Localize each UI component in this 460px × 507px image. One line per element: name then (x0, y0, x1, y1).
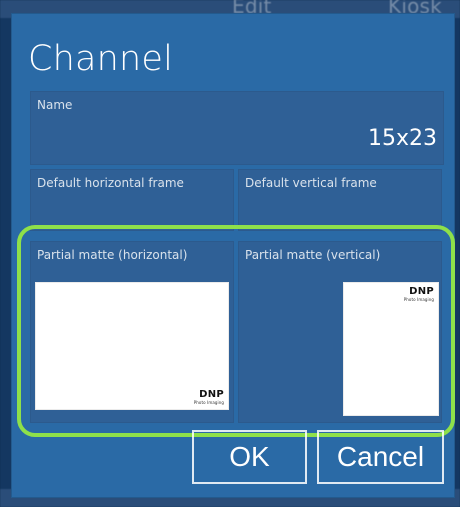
partial-matte-horizontal-preview[interactable]: DNP Photo Imaging (35, 282, 229, 410)
default-vertical-frame-field[interactable]: Default vertical frame (238, 169, 442, 231)
name-field[interactable]: Name 15x23 (30, 91, 444, 165)
ok-button[interactable]: OK (192, 430, 307, 484)
dnp-logo: DNP Photo Imaging (404, 287, 434, 302)
partial-matte-vertical-label: Partial matte (vertical) (245, 248, 381, 262)
cancel-button[interactable]: Cancel (317, 430, 444, 484)
partial-matte-horizontal-field[interactable]: Partial matte (horizontal) DNP Photo Ima… (30, 241, 234, 423)
channel-dialog: Channel Name 15x23 Default horizontal fr… (11, 13, 455, 498)
dnp-logo-text: DNP (199, 389, 224, 400)
name-value: 15x23 (367, 126, 437, 151)
partial-matte-vertical-field[interactable]: Partial matte (vertical) DNP Photo Imagi… (238, 241, 442, 423)
dnp-logo-text: DNP (409, 286, 434, 297)
name-label: Name (37, 98, 73, 112)
partial-matte-vertical-preview[interactable]: DNP Photo Imaging (343, 282, 439, 416)
partial-matte-horizontal-label: Partial matte (horizontal) (37, 248, 188, 262)
default-horizontal-frame-field[interactable]: Default horizontal frame (30, 169, 234, 231)
dialog-title: Channel (28, 39, 174, 79)
dnp-logo-subtext: Photo Imaging (403, 297, 434, 302)
default-vertical-frame-label: Default vertical frame (245, 176, 377, 190)
dnp-logo-subtext: Photo Imaging (193, 400, 224, 405)
default-horizontal-frame-label: Default horizontal frame (37, 176, 184, 190)
dialog-actions: OK Cancel (192, 430, 444, 484)
dnp-logo: DNP Photo Imaging (194, 390, 224, 405)
